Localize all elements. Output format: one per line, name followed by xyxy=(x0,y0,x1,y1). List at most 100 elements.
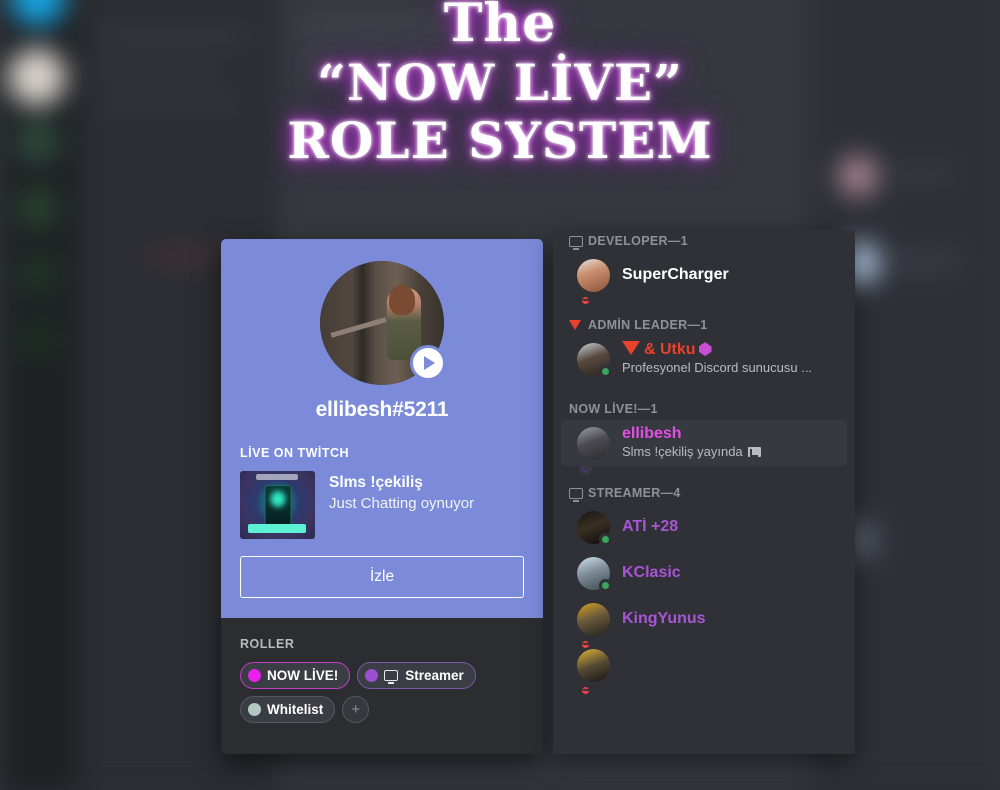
member-name-text: KClasic xyxy=(622,563,681,581)
role-color-dot xyxy=(365,669,379,682)
member-text: SuperCharger xyxy=(622,266,839,285)
add-role-button[interactable]: + xyxy=(342,696,370,723)
live-on-twitch-label: LİVE ON TWİTCH xyxy=(240,446,350,460)
bg-message-line xyxy=(300,20,530,34)
member-status-text: Profesyonel Discord sunucusu ... xyxy=(622,360,839,377)
roles-section: ROLLER NOW LİVE! Streamer Whitelist + xyxy=(221,618,543,723)
bg-channel-row xyxy=(100,30,250,42)
play-triangle xyxy=(424,356,435,370)
stream-icon xyxy=(747,447,761,458)
bg-server-icon xyxy=(8,48,66,106)
stream-title: Slms !çekiliş xyxy=(329,474,423,491)
member-row[interactable]: KClasic xyxy=(561,550,847,596)
profile-username: ellibesh#5211 xyxy=(315,398,449,421)
profile-card-banner: ellibesh#5211 xyxy=(221,239,543,442)
member-name-text: SuperCharger xyxy=(622,265,729,283)
member-name-text: KingYunus xyxy=(622,609,706,627)
member-name: ATİ +28 xyxy=(622,518,839,537)
member-group-label: STREAMER—4 xyxy=(588,486,681,500)
member-name: ellibesh xyxy=(622,425,839,444)
member-list-panel[interactable]: DEVELOPER—1 SuperCharger ADMİN LEADER—1 & U… xyxy=(553,230,855,754)
red-triangle-icon xyxy=(569,320,581,330)
watch-button-wrap: İzle xyxy=(221,539,543,618)
live-on-twitch-section: LİVE ON TWİTCH Slms !çekiliş Just Chatti… xyxy=(221,442,543,539)
bg-channel-row xyxy=(100,98,240,110)
member-text: ATİ +28 xyxy=(622,518,839,537)
status-indicator-dnd xyxy=(579,683,592,697)
member-row[interactable]: KingYunus xyxy=(561,596,847,651)
avatar xyxy=(577,556,612,592)
avatar xyxy=(577,342,612,378)
thumbnail-glow xyxy=(270,491,285,508)
avatar xyxy=(577,258,610,307)
stream-game: Just Chatting oynuyor xyxy=(329,495,475,512)
avatar-image xyxy=(577,602,610,636)
stream-thumbnail xyxy=(240,471,315,539)
bg-member-name xyxy=(890,168,954,179)
member-text: KingYunus xyxy=(622,610,839,629)
avatar-image xyxy=(577,426,610,460)
member-name-text: ATİ +28 xyxy=(622,517,679,535)
role-pill[interactable]: Whitelist xyxy=(240,696,336,723)
role-pill-label: Streamer xyxy=(405,668,464,683)
member-row[interactable] xyxy=(561,642,847,697)
member-name: & Utku xyxy=(622,341,839,360)
role-color-dot xyxy=(248,669,261,682)
avatar-hair xyxy=(389,284,416,315)
avatar xyxy=(577,510,612,546)
member-group-header[interactable]: STREAMER—4 xyxy=(553,482,855,504)
member-name: KingYunus xyxy=(622,610,839,629)
status-indicator-online xyxy=(599,578,612,592)
avatar xyxy=(577,602,610,651)
stream-info: Slms !çekiliş Just Chatting oynuyor xyxy=(329,471,474,512)
member-name: SuperCharger xyxy=(622,266,839,285)
monitor-icon xyxy=(384,670,399,684)
bg-member-avatar xyxy=(838,156,878,196)
member-row[interactable]: ATİ +28 xyxy=(561,504,847,550)
role-color-dot xyxy=(248,703,261,716)
member-status-text: Slms !çekiliş yayında xyxy=(622,444,839,461)
bg-server-icon xyxy=(16,318,60,362)
member-text: & Utku Profesyonel Discord sunucusu ... xyxy=(622,341,839,377)
avatar-image xyxy=(577,648,610,682)
bg-server-icon xyxy=(16,120,60,164)
user-profile-card: ellibesh#5211 LİVE ON TWİTCH Slms !çekil… xyxy=(221,239,543,754)
member-name-text: ellibesh xyxy=(622,425,682,443)
member-name-text: & Utku xyxy=(644,341,696,359)
member-row[interactable]: & Utku Profesyonel Discord sunucusu ... xyxy=(561,336,847,382)
avatar xyxy=(577,426,610,475)
play-icon[interactable] xyxy=(410,345,446,381)
member-status-label: Profesyonel Discord sunucusu ... xyxy=(622,359,813,375)
role-pill[interactable]: NOW LİVE! xyxy=(240,662,351,689)
member-group-header[interactable]: ADMİN LEADER—1 xyxy=(553,314,855,336)
member-group-label: NOW LİVE!—1 xyxy=(569,402,658,416)
member-row[interactable]: ellibesh Slms !çekiliş yayında xyxy=(561,420,847,475)
thumbnail-top-bar xyxy=(256,474,298,480)
stream-row: Slms !çekiliş Just Chatting oynuyor xyxy=(240,471,524,539)
bg-server-column xyxy=(0,0,78,790)
watch-button[interactable]: İzle xyxy=(240,556,524,598)
bg-server-icon xyxy=(16,252,60,296)
status-indicator-online xyxy=(599,532,612,546)
red-triangle-icon xyxy=(622,341,640,356)
member-text: KClasic xyxy=(622,564,839,583)
member-row[interactable]: SuperCharger xyxy=(561,252,847,307)
role-pill[interactable]: Streamer xyxy=(357,662,476,689)
member-group-header[interactable]: DEVELOPER—1 xyxy=(553,230,855,252)
monitor-icon xyxy=(569,487,583,502)
roles-label: ROLLER xyxy=(240,637,295,651)
role-pill-label: Whitelist xyxy=(267,702,324,717)
status-indicator-dnd xyxy=(579,293,592,307)
member-group-label: ADMİN LEADER—1 xyxy=(588,318,708,332)
member-group-header[interactable]: NOW LİVE!—1 xyxy=(553,398,855,420)
thumbnail-bottom-bar xyxy=(248,524,306,533)
status-indicator-streaming xyxy=(579,461,592,475)
member-status-label: Slms !çekiliş yayında xyxy=(622,443,743,459)
member-group-label: DEVELOPER—1 xyxy=(588,234,688,248)
bg-channel-row xyxy=(100,64,220,76)
avatar[interactable] xyxy=(320,261,446,385)
bg-divider xyxy=(150,255,220,258)
